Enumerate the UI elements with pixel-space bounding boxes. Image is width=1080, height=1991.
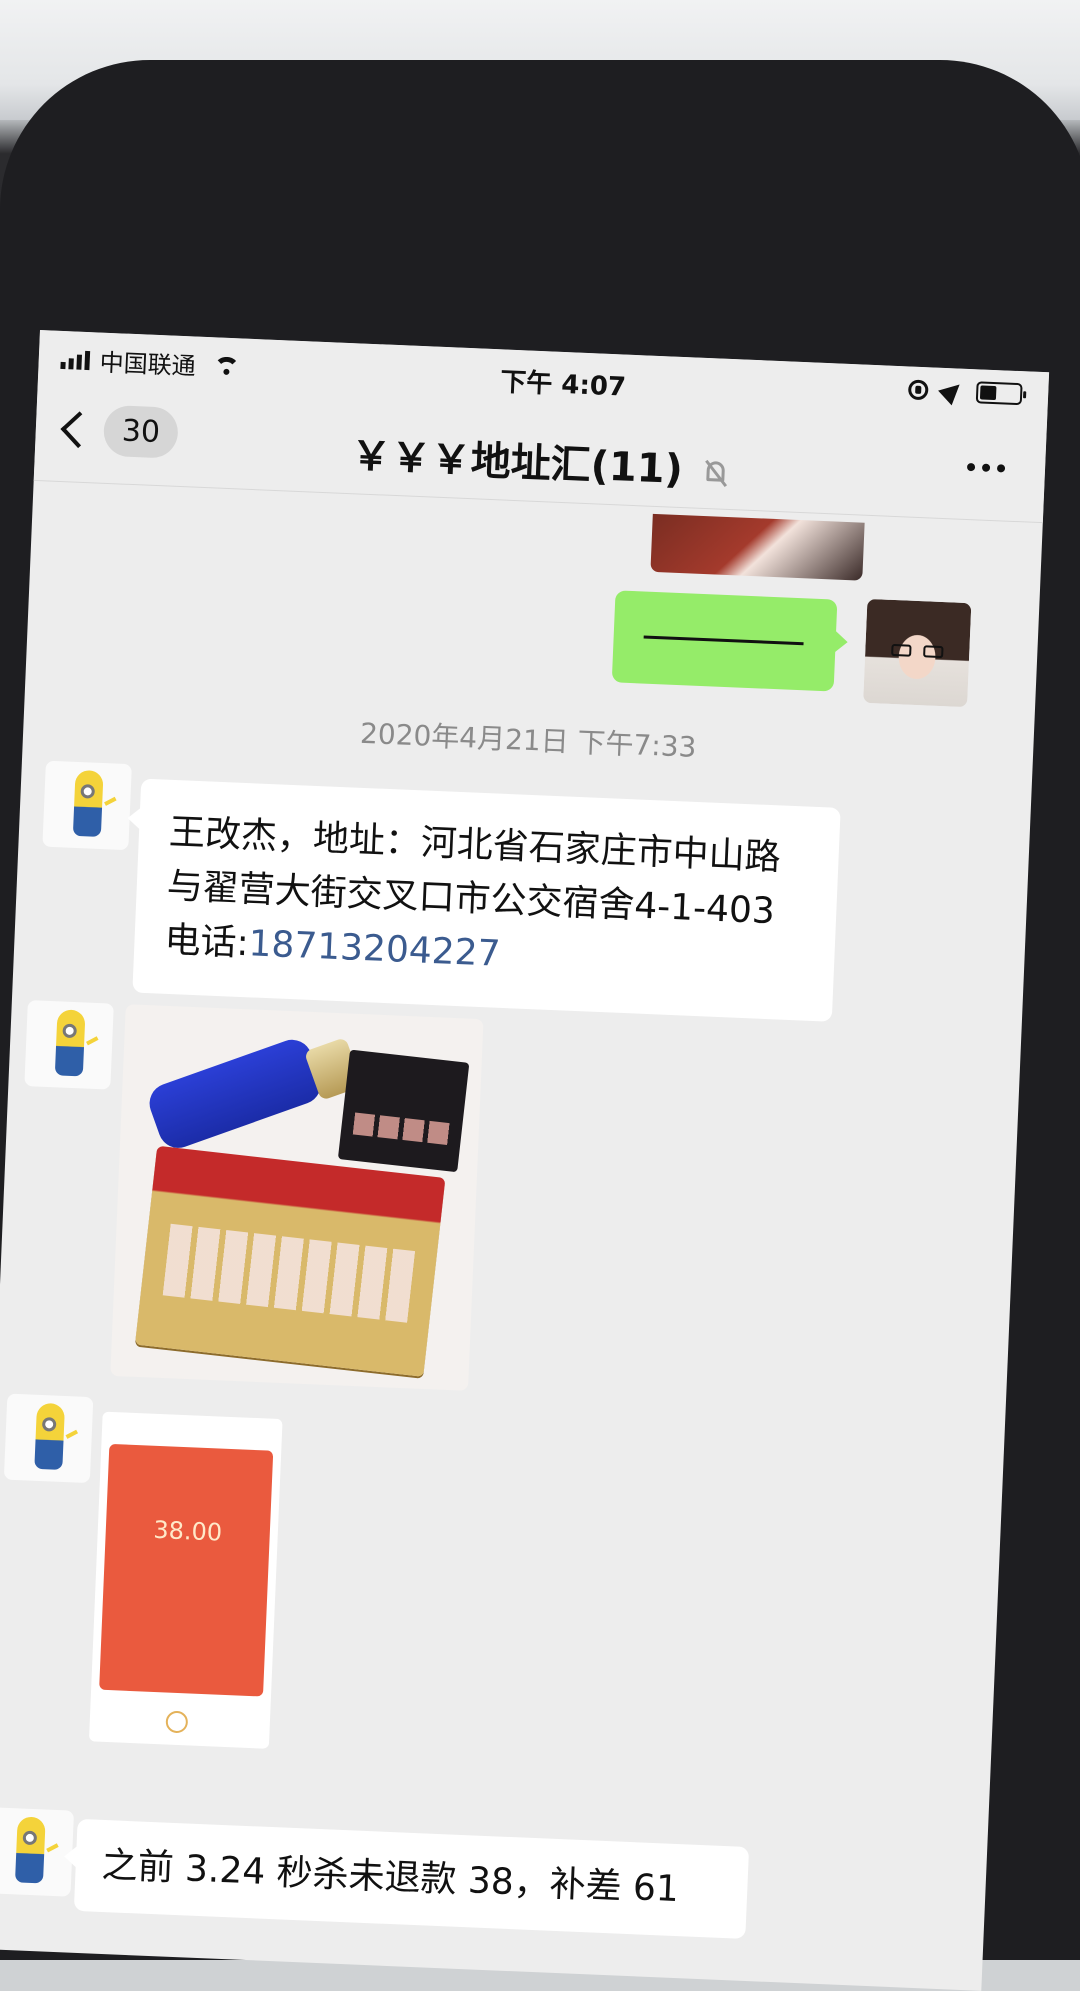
wechat-screen: 中国联通 下午 4:07 30 ￥￥￥地址汇(11) 2020年4月21日 下午…	[0, 330, 1050, 1991]
minion-avatar-icon	[14, 1816, 46, 1884]
sender-avatar[interactable]	[0, 1807, 75, 1897]
more-button[interactable]	[966, 462, 1006, 473]
image-message-partial[interactable]	[650, 513, 865, 581]
minion-avatar-icon	[34, 1402, 66, 1470]
redacted-line	[643, 635, 804, 646]
mute-bell-icon	[704, 459, 729, 488]
minion-avatar-icon	[54, 1009, 86, 1077]
sender-avatar[interactable]	[24, 1000, 114, 1090]
self-avatar[interactable]	[863, 598, 972, 708]
battery-icon	[975, 381, 1023, 406]
chat-messages[interactable]: 2020年4月21日 下午7:33 王改杰，地址：河北省石家庄市中山路与翟营大街…	[0, 480, 1043, 1991]
orientation-lock-icon	[907, 379, 929, 401]
last-message-text: 之前 3.24 秒杀未退款 38，补差 61	[100, 1844, 680, 1911]
glasses-shape	[891, 643, 944, 660]
self-message-bubble[interactable]	[611, 590, 838, 692]
sender-avatar[interactable]	[42, 760, 132, 851]
location-icon	[938, 377, 967, 406]
phone-number-link[interactable]: 18713204227	[248, 923, 501, 975]
minion-avatar-icon	[72, 769, 104, 837]
message-timestamp: 2020年4月21日 下午7:33	[359, 716, 698, 764]
small-palette-shape	[337, 1049, 470, 1173]
bottle-shape	[144, 1034, 327, 1154]
large-palette-shape	[134, 1145, 446, 1377]
red-packet-screenshot-message[interactable]: 38.00	[88, 1411, 283, 1749]
red-packet-amount: 38.00	[152, 1515, 223, 1547]
image-message-cosmetics[interactable]	[110, 1004, 484, 1391]
address-message-bubble[interactable]: 王改杰，地址：河北省石家庄市中山路与翟营大街交叉口市公交宿舍4-1-403 电话…	[132, 778, 841, 1022]
red-packet-card: 38.00	[99, 1443, 274, 1697]
more-dots-icon	[966, 462, 976, 472]
close-icon	[165, 1710, 189, 1734]
status-right	[907, 377, 1023, 406]
sender-avatar[interactable]	[3, 1393, 94, 1484]
last-message-bubble[interactable]: 之前 3.24 秒杀未退款 38，补差 61	[73, 1818, 750, 1939]
chat-title: ￥￥￥地址汇(11)	[349, 433, 684, 494]
